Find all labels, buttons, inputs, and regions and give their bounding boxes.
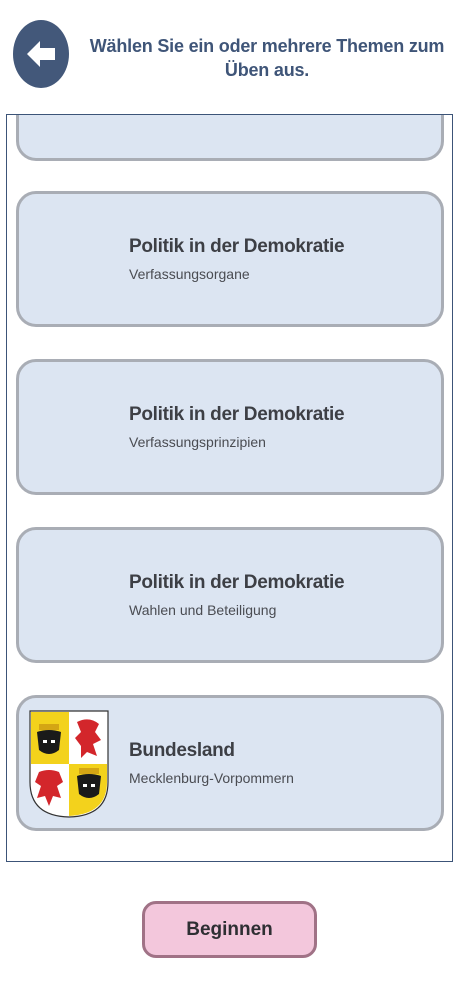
topic-subtitle: Verfassungsprinzipien xyxy=(129,434,266,450)
page-title: Wählen Sie ein oder mehrere Themen zum Ü… xyxy=(89,36,445,80)
back-button[interactable] xyxy=(13,20,69,88)
topic-title: Bundesland xyxy=(129,740,235,761)
topic-card[interactable]: Politik in der Demokratie Verfassungspri… xyxy=(16,359,444,495)
topic-card[interactable]: Politik in der Demokratie Wahlen und Bet… xyxy=(16,527,444,663)
topic-title: Politik in der Demokratie xyxy=(129,236,345,257)
topic-card-bundesland[interactable]: Bundesland Mecklenburg-Vorpommern xyxy=(16,695,444,831)
coat-of-arms-icon xyxy=(29,710,109,818)
topic-list[interactable]: Politik in der Demokratie Verfassungsorg… xyxy=(6,114,453,862)
topic-title: Politik in der Demokratie xyxy=(129,404,345,425)
topic-card[interactable] xyxy=(16,115,444,161)
topic-subtitle: Verfassungsorgane xyxy=(129,266,250,282)
begin-button[interactable]: Beginnen xyxy=(142,901,317,958)
topic-title: Politik in der Demokratie xyxy=(129,572,345,593)
topic-subtitle: Mecklenburg-Vorpommern xyxy=(129,770,294,786)
arrow-left-icon xyxy=(27,41,55,67)
topic-card[interactable]: Politik in der Demokratie Verfassungsorg… xyxy=(16,191,444,327)
topic-subtitle: Wahlen und Beteiligung xyxy=(129,602,277,618)
